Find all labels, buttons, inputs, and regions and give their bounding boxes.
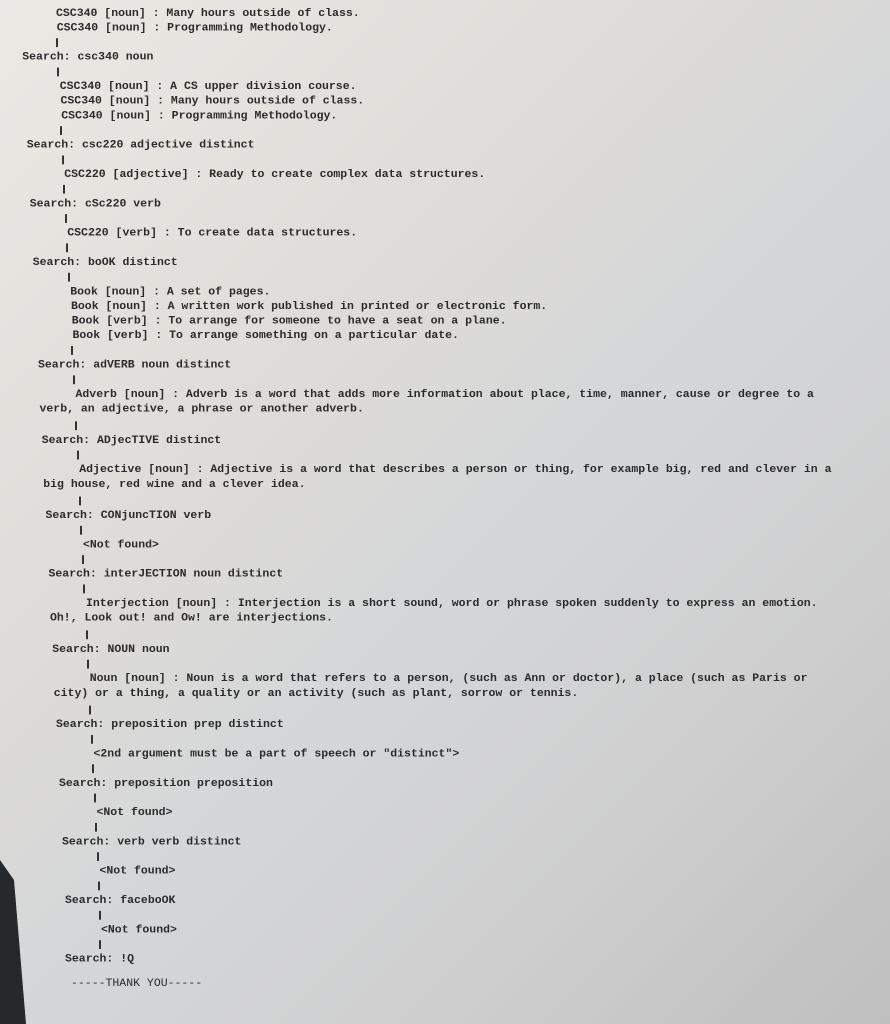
status-message: <Not found> (83, 538, 159, 552)
result-line: Noun [noun] : Noun is a word that refers… (53, 672, 808, 700)
result-line: Adjective [noun] : Adjective is a word t… (43, 463, 832, 491)
status-message: <Not found> (96, 806, 173, 820)
result-line: Interjection [noun] : Interjection is a … (50, 597, 818, 625)
result-line: Book [noun] : A written work published i… (71, 300, 548, 313)
status-message: <Not found> (101, 923, 177, 937)
tree-connector (0, 937, 890, 952)
search-prompt: Search: CONjuncTION verb (45, 509, 212, 522)
status-message: <Not found> (99, 864, 176, 878)
tree-connector (0, 241, 890, 256)
search-prompt: Search: ADjecTIVE distinct (41, 434, 222, 447)
search-prompt: Search: csc220 adjective distinct (26, 138, 255, 152)
search-prompt: Search: interJECTION noun distinct (48, 567, 284, 581)
tree-connector (0, 153, 890, 168)
tree-connector (0, 523, 890, 538)
result-line: CSC220 [adjective] : Ready to create com… (64, 168, 486, 181)
result-line: CSC340 [noun] : Programming Methodology. (56, 21, 333, 35)
result-line: Book [verb] : To arrange for someone to … (71, 314, 507, 328)
result-line: Book [verb] : To arrange something on a … (72, 329, 459, 343)
result-line: Book [noun] : A set of pages. (70, 285, 271, 299)
tree-connector (0, 627, 890, 642)
status-message: <2nd argument must be a part of speech o… (93, 747, 460, 761)
tree-connector (0, 211, 890, 226)
tree-connector (0, 582, 890, 597)
result-line: CSC340 [noun] : Programming Methodology. (61, 109, 338, 123)
tree-connector (0, 182, 890, 197)
search-prompt: Search: verb verb distinct (62, 835, 242, 849)
search-prompt: Search: faceboOK (65, 894, 176, 907)
tree-connector (0, 448, 890, 463)
tree-connector (0, 791, 890, 806)
search-prompt: Search: preposition preposition (59, 776, 273, 790)
tree-connector (0, 65, 890, 80)
tree-connector (0, 879, 890, 894)
footer-message: -----THANK YOU----- (71, 977, 203, 991)
tree-connector (0, 820, 890, 835)
tree-connector (0, 761, 890, 776)
tree-connector (0, 703, 890, 718)
tree-connector (0, 35, 890, 50)
search-prompt: Search: cSc220 verb (29, 197, 161, 211)
search-prompt: Search: adVERB noun distinct (38, 358, 232, 372)
result-line: Adverb [noun] : Adverb is a word that ad… (39, 388, 814, 416)
tree-connector (0, 372, 890, 387)
search-prompt: Search: preposition prep distinct (56, 718, 284, 732)
tree-connector (0, 418, 890, 433)
tree-connector (0, 849, 890, 864)
search-prompt: Search: !Q (65, 952, 135, 966)
search-prompt: Search: csc340 noun (22, 50, 154, 64)
search-prompt: Search: NOUN noun (52, 643, 170, 656)
result-line: CSC220 [verb] : To create data structure… (67, 226, 358, 240)
result-line: CSC340 [noun] : Many hours outside of cl… (56, 6, 360, 20)
tree-connector (0, 552, 890, 567)
tree-connector (0, 343, 890, 358)
tree-connector (0, 123, 890, 138)
result-line: CSC340 [noun] : Many hours outside of cl… (60, 94, 365, 108)
tree-connector (0, 908, 890, 923)
tree-connector (0, 657, 890, 672)
tree-connector (0, 494, 890, 509)
tree-connector (0, 270, 890, 285)
search-prompt: Search: boOK distinct (32, 256, 178, 269)
tree-connector (0, 732, 890, 747)
result-line: CSC340 [noun] : A CS upper division cour… (59, 80, 357, 93)
console-output: CSC340 [noun] : Many hours outside of cl… (0, 6, 890, 991)
